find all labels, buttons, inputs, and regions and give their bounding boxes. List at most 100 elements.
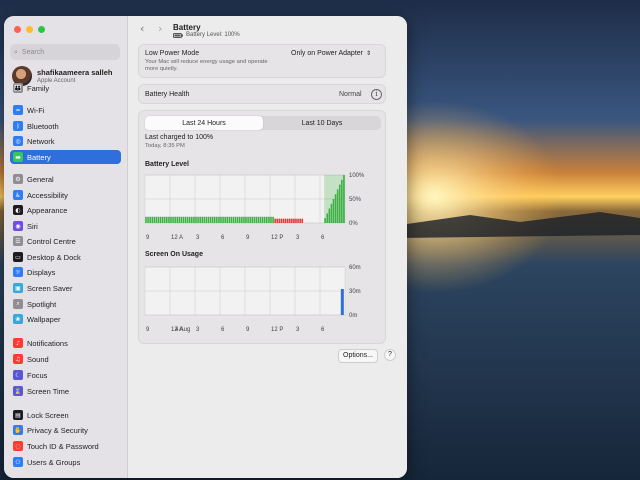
battery-level-bar (230, 216, 233, 223)
sidebar-item-label: Control Centre (27, 236, 76, 246)
info-icon[interactable]: i (371, 89, 382, 100)
sidebar-item-privacy-security[interactable]: ✋ Privacy & Security (10, 423, 121, 437)
search-input[interactable]: ⌕ Search (10, 44, 120, 60)
low-power-mode-description-1: Your Mac will reduce energy usage and op… (145, 59, 268, 65)
battery-level-bar (191, 216, 193, 223)
battery-level-bar (209, 216, 212, 223)
sidebar-item-label: Users & Groups (27, 457, 81, 467)
sidebar-item-focus[interactable]: ☾ Focus (10, 368, 121, 382)
date-label: 4 Aug (175, 327, 191, 333)
hand-icon: ✋ (13, 425, 23, 435)
battery-level-bar (170, 216, 172, 223)
sidebar-item-spotlight[interactable]: ⌕ Spotlight (10, 297, 121, 311)
sidebar-item-accessibility[interactable]: ♿ Accessibility (10, 188, 121, 202)
sidebar-item-label: Lock Screen (27, 410, 69, 420)
battery-level-bar (301, 218, 304, 223)
battery-icon (173, 32, 183, 38)
battery-level-bar (245, 216, 247, 223)
sidebar-item-notifications[interactable]: ♪ Notifications (10, 336, 121, 350)
screen-on-usage-bar (340, 289, 344, 315)
x-tick-label: 6 (221, 327, 225, 333)
battery-level-bar (286, 218, 289, 223)
x-tick-label: 3 (296, 327, 300, 333)
battery-level-header: Battery Level: 100% (173, 32, 240, 38)
y-tick-label: 100% (349, 173, 365, 179)
sidebar-item-network[interactable]: ◎ Network (10, 134, 121, 148)
tab-last-10-days[interactable]: Last 10 Days (263, 116, 381, 130)
battery-level-bar (291, 218, 293, 223)
dock-icon: ▭ (13, 252, 23, 262)
fingerprint-icon: ◌ (13, 441, 23, 451)
sidebar-item-label: General (27, 174, 54, 184)
sidebar-item-bluetooth[interactable]: ᛒ Bluetooth (10, 119, 121, 133)
options-button[interactable]: Options... (338, 349, 378, 363)
sidebar-item-sound[interactable]: ♫ Sound (10, 352, 121, 366)
back-chevron-icon[interactable]: ‹ (140, 22, 144, 35)
battery-level-bar (188, 216, 191, 223)
sidebar-item-label: Touch ID & Password (27, 441, 99, 451)
battery-level-bar (203, 216, 206, 223)
sidebar-item-touch-id-password[interactable]: ◌ Touch ID & Password (10, 439, 121, 453)
globe-icon: ◎ (13, 136, 23, 146)
y-tick-label: 0% (349, 221, 358, 227)
battery-level-bar (201, 216, 204, 223)
battery-level-bar (193, 216, 195, 223)
forward-chevron-icon[interactable]: › (158, 22, 162, 35)
x-tick-label: 3 (196, 327, 200, 333)
system-settings-window: ⌕ Search shafikaameera salleh Apple Acco… (4, 16, 407, 478)
battery-level-bar (266, 216, 268, 223)
wifi-icon: ≈ (13, 105, 23, 115)
sidebar-item-control-centre[interactable]: ☰ Control Centre (10, 234, 121, 248)
sidebar-item-desktop-dock[interactable]: ▭ Desktop & Dock (10, 250, 121, 264)
help-button[interactable]: ? (384, 349, 396, 361)
sidebar-item-label: Bluetooth (27, 121, 59, 131)
battery-level-bar (261, 216, 264, 223)
low-power-mode-select[interactable]: Only on Power Adapter ⇕ (291, 50, 371, 57)
sidebar-item-general[interactable]: ⚙ General (10, 172, 121, 186)
minimize-window-button[interactable] (26, 26, 33, 33)
battery-level-bar (234, 216, 237, 223)
low-power-mode-card: Low Power Mode Your Mac will reduce ener… (138, 44, 386, 78)
sidebar-item-label: Privacy & Security (27, 425, 88, 435)
battery-level-bar (168, 216, 170, 223)
battery-level-bar (257, 216, 260, 223)
sidebar-item-wi-fi[interactable]: ≈ Wi-Fi (10, 103, 121, 117)
battery-level-bar (172, 216, 174, 223)
tab-last-24-hours[interactable]: Last 24 Hours (145, 116, 263, 130)
sidebar-item-displays[interactable]: ☼ Displays (10, 265, 121, 279)
close-window-button[interactable] (14, 26, 21, 33)
sidebar-item-appearance[interactable]: ◐ Appearance (10, 203, 121, 217)
battery-level-bar (253, 216, 256, 223)
sidebar-item-label: Sound (27, 354, 49, 364)
zoom-window-button[interactable] (38, 26, 45, 33)
sidebar-item-wallpaper[interactable]: ❀ Wallpaper (10, 312, 121, 326)
display-icon: ☼ (13, 267, 23, 277)
battery-level-bar (274, 218, 276, 223)
battery-level-bar (145, 216, 147, 223)
battery-health-value: Normal (339, 91, 362, 98)
battery-level-bar (186, 216, 189, 223)
battery-level-bar (284, 218, 287, 223)
sidebar-item-screen-saver[interactable]: ▣ Screen Saver (10, 281, 121, 295)
sidebar-item-lock-screen[interactable]: ▤ Lock Screen (10, 408, 121, 422)
battery-level-bar (255, 216, 258, 223)
battery-level-bar (224, 216, 226, 223)
y-tick-label: 0m (349, 313, 357, 319)
battery-level-bar (243, 216, 245, 223)
family-icon: 👪 (13, 83, 23, 93)
battery-health-label: Battery Health (145, 91, 190, 98)
battery-level-bar (295, 218, 297, 223)
battery-level-bar (195, 216, 197, 223)
sidebar-item-family[interactable]: 👪 Family (10, 81, 121, 95)
sidebar-item-battery[interactable]: ▬ Battery (10, 150, 121, 164)
sidebar-item-siri[interactable]: ◉ Siri (10, 219, 121, 233)
battery-level-bar (149, 216, 151, 223)
sidebar-item-label: Battery (27, 152, 51, 162)
sidebar-item-screen-time[interactable]: ⌛ Screen Time (10, 384, 121, 398)
x-tick-label: 9 (146, 235, 150, 241)
sidebar-item-label: Network (27, 136, 55, 146)
moon-icon: ☾ (13, 370, 23, 380)
battery-level-bar (299, 218, 301, 223)
x-tick-label: 6 (221, 235, 225, 241)
sidebar-item-users-groups[interactable]: ⚇ Users & Groups (10, 455, 121, 469)
